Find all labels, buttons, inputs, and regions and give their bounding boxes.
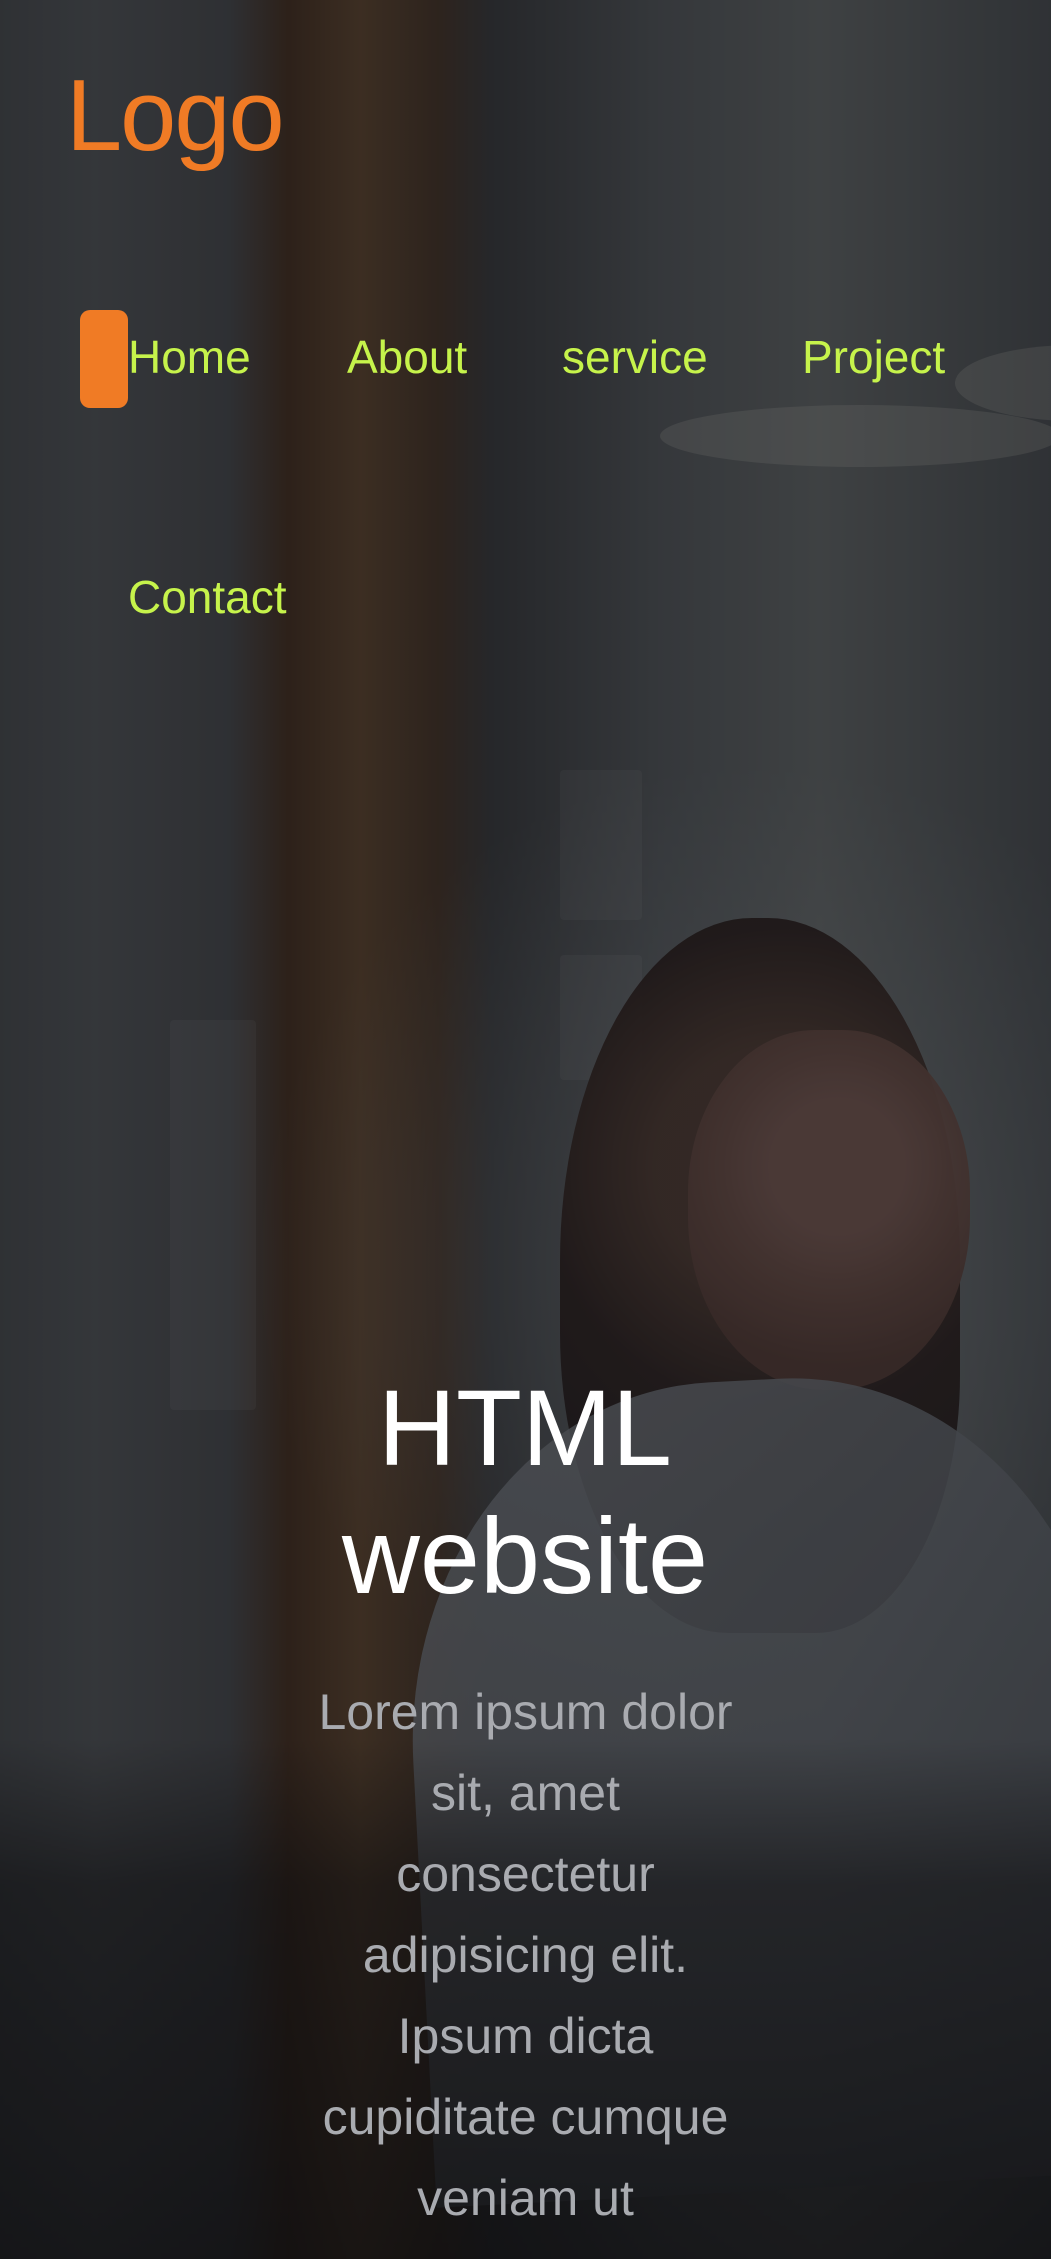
hero-title-line: website: [341, 1495, 709, 1617]
nav-link-service[interactable]: service: [562, 331, 708, 383]
hero-description: Lorem ipsum dolor sit, amet consectetur …: [278, 1672, 773, 2259]
hero-description-line: consectetur: [396, 1846, 655, 1902]
hero-description-line: Lorem ipsum dolor: [318, 1684, 733, 1740]
landing-page: Logo Home About service Project Contact …: [0, 0, 1051, 2259]
hero-description-line: Ipsum dicta: [397, 2008, 654, 2064]
nav-link-contact[interactable]: Contact: [128, 571, 287, 623]
hero-description-line: cupiditate cumque: [322, 2089, 729, 2145]
hero-description-line: magnam! Soluta: [343, 2251, 707, 2259]
page-content: Logo Home About service Project Contact …: [0, 0, 1051, 2259]
hero-description-line: veniam ut: [417, 2170, 634, 2226]
main-navigation: Home About service Project Contact: [0, 0, 1051, 700]
hero-title-line: HTML: [378, 1367, 672, 1489]
nav-link-project[interactable]: Project: [802, 331, 945, 383]
hero-description-line: adipisicing elit.: [362, 1927, 689, 1983]
hero-description-line: sit, amet: [431, 1765, 620, 1821]
hero-title: HTML website: [250, 1364, 800, 1620]
nav-link-about[interactable]: About: [347, 331, 467, 383]
nav-link-home[interactable]: Home: [128, 331, 251, 383]
active-nav-marker: [80, 310, 128, 408]
